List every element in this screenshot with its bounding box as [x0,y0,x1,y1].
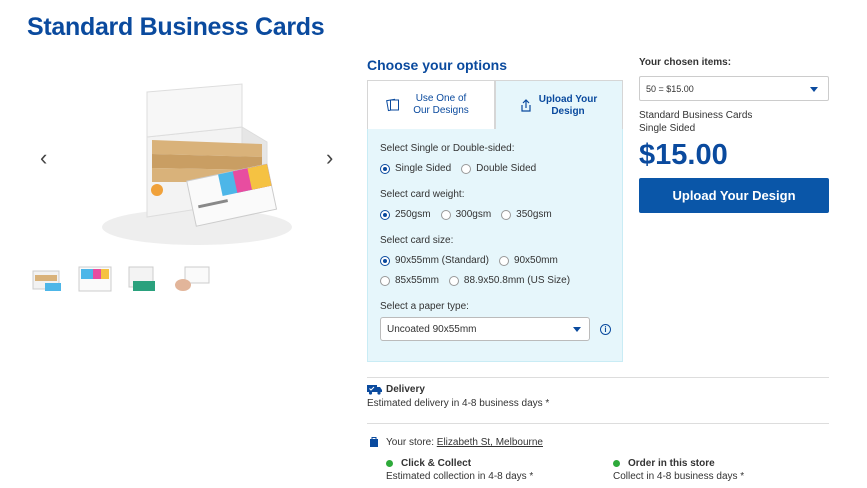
prev-image-arrow-icon[interactable]: ‹ [40,145,47,171]
quantity-value: 50 = $15.00 [646,84,694,94]
radio-single-sided[interactable]: Single Sided [380,163,451,174]
paper-label: Select a paper type: [380,301,469,312]
tab-upload-your-design[interactable]: Upload Your Design [495,80,623,130]
radio-90x50mm[interactable]: 90x50mm [498,255,558,266]
radio-empty-icon [461,163,472,174]
delivery-title: Delivery [386,384,425,395]
size-label: Select card size: [380,235,454,246]
info-icon[interactable]: i [600,324,611,335]
caret-down-icon [810,87,818,92]
thumbnail-4[interactable] [171,261,211,297]
paper-type-value: Uncoated 90x55mm [387,324,477,335]
paper-type-select[interactable]: Uncoated 90x55mm [380,317,590,341]
size-options-row-2: 85x55mm 88.9x50.8mm (US Size) [380,275,580,286]
option-label: 85x55mm [395,275,439,286]
thumbnail-3[interactable] [123,261,163,297]
truck-icon [367,385,382,395]
product-name: Standard Business Cards [639,110,753,121]
option-label: 90x50mm [513,255,558,266]
click-collect-option: Click & Collect Estimated collection in … [386,457,533,483]
option-label: Double Sided [476,163,537,174]
divider [367,423,829,424]
options-panel: Select Single or Double-sided: Single Si… [367,129,623,362]
option-label: 300gsm [455,209,492,220]
upload-icon [521,98,531,112]
quantity-select[interactable]: 50 = $15.00 [639,76,829,101]
available-dot-icon [386,460,393,467]
size-options-row-1: 90x55mm (Standard) 90x50mm [380,255,568,266]
click-collect-title: Click & Collect [401,458,472,469]
divider [367,377,829,378]
thumbnail-2[interactable] [75,261,115,297]
radio-selected-icon [380,163,390,174]
options-heading: Choose your options [367,57,507,73]
thumbnail-1[interactable] [27,261,67,297]
store-bag-icon [370,437,378,447]
product-main-image [102,83,292,245]
option-label: 90x55mm (Standard) [395,255,489,266]
store-link[interactable]: Elizabeth St, Melbourne [437,437,543,448]
tab-label: Upload Your Design [538,93,598,117]
radio-selected-icon [380,209,390,220]
radio-empty-icon [448,275,459,286]
radio-double-sided[interactable]: Double Sided [461,163,536,174]
order-store-option: Order in this store Collect in 4-8 busin… [613,457,744,483]
tab-label: Use One of Our Designs [413,93,469,116]
radio-us-size[interactable]: 88.9x50.8mm (US Size) [448,275,571,286]
price: $15.00 [639,139,728,171]
weight-label: Select card weight: [380,189,465,200]
radio-empty-icon [501,209,512,220]
chosen-items-label: Your chosen items: [639,57,732,68]
order-store-title: Order in this store [628,458,715,469]
option-label: 350gsm [516,209,552,220]
radio-250gsm[interactable]: 250gsm [380,209,431,220]
available-dot-icon [613,460,620,467]
pages-icon [386,98,399,112]
option-label: 88.9x50.8mm (US Size) [463,275,571,286]
thumbnail-strip [27,261,211,297]
tab-use-our-designs[interactable]: Use One of Our Designs [367,80,495,130]
radio-empty-icon [380,275,390,286]
product-summary: Standard Business Cards Single Sided [639,109,752,135]
option-label: Single Sided [395,163,452,174]
caret-down-icon [573,327,581,332]
design-tabs: Use One of Our Designs Upload Your Desig… [367,80,623,130]
radio-85x55mm[interactable]: 85x55mm [380,275,439,286]
click-collect-text: Estimated collection in 4-8 days * [386,471,534,482]
store-line: Your store: Elizabeth St, Melbourne [386,437,543,448]
order-store-text: Collect in 4-8 business days * [613,471,745,482]
page-title: Standard Business Cards [27,13,325,41]
product-variant: Single Sided [639,123,696,134]
delivery-estimate: Estimated delivery in 4-8 business days … [367,398,550,409]
radio-90x55mm[interactable]: 90x55mm (Standard) [380,255,489,266]
store-label: Your store: [386,437,434,448]
weight-options: 250gsm 300gsm 350gsm [380,209,562,220]
option-label: 250gsm [395,209,431,220]
upload-your-design-button[interactable]: Upload Your Design [639,178,829,213]
sides-options: Single Sided Double Sided [380,163,546,174]
radio-selected-icon [380,255,390,266]
radio-empty-icon [440,209,451,220]
radio-350gsm[interactable]: 350gsm [501,209,552,220]
sides-label: Select Single or Double-sided: [380,143,515,154]
next-image-arrow-icon[interactable]: › [326,145,333,171]
radio-300gsm[interactable]: 300gsm [440,209,492,220]
radio-empty-icon [498,255,509,266]
